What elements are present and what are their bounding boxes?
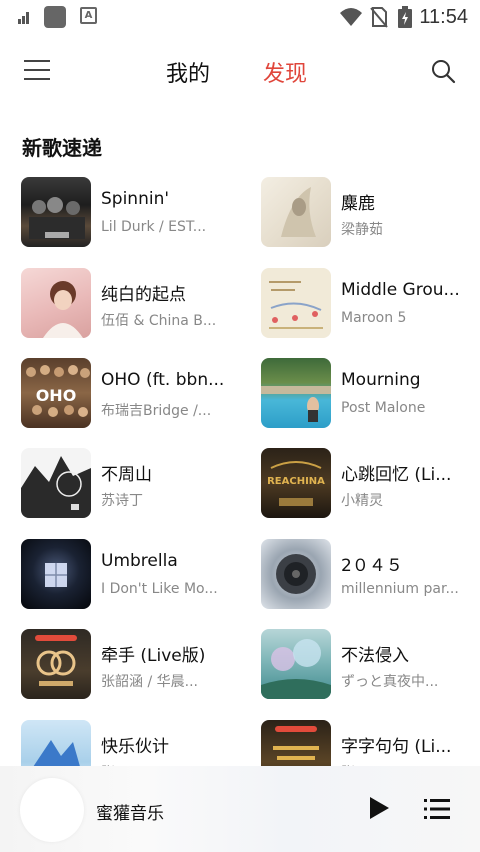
app-notification-icon (44, 6, 66, 28)
search-icon[interactable] (430, 58, 456, 84)
song-item[interactable]: 不周山 苏诗丁 (21, 448, 241, 518)
song-title: 麋鹿 (341, 194, 375, 214)
song-title: 字字句句 (Li... (341, 737, 452, 757)
song-title: 纯白的起点 (101, 285, 186, 305)
cover-text: OHO (36, 386, 77, 405)
song-item[interactable]: 不法侵入 ずっと真夜中... (261, 629, 480, 699)
song-item[interactable]: OHO OHO (ft. bbn... 布瑞吉Bridge /... (21, 358, 241, 428)
top-nav: 我的 发现 (0, 44, 480, 96)
now-playing-title[interactable]: 蜜獾音乐 (96, 799, 164, 824)
clock: 11:54 (419, 6, 468, 28)
album-cover: OHO (21, 358, 91, 428)
song-artist: Post Malone (341, 400, 426, 416)
hamburger-menu-icon[interactable] (24, 60, 50, 82)
tab-mine[interactable]: 我的 (166, 56, 210, 88)
song-artist: millennium par... (341, 581, 459, 597)
album-cover (261, 268, 331, 338)
song-item[interactable]: 牵手 (Live版) 张韶涵 / 华晨... (21, 629, 241, 699)
section-title: 新歌速递 (22, 136, 102, 160)
song-artist: 小精灵 (341, 493, 383, 509)
album-cover (21, 629, 91, 699)
song-title: OHO (ft. bbn... (101, 370, 225, 390)
wifi-icon (340, 8, 362, 26)
song-item[interactable]: 麋鹿 梁静茹 (261, 177, 480, 247)
playlist-icon[interactable] (424, 798, 450, 820)
now-playing-cover[interactable] (20, 778, 84, 842)
a-notification-letter: A (84, 10, 93, 21)
song-title: Umbrella (101, 551, 178, 571)
status-bar: A 11:54 (0, 0, 480, 34)
song-artist: ずっと真夜中... (341, 674, 439, 690)
song-item[interactable]: Mourning Post Malone (261, 358, 480, 428)
song-artist: Maroon 5 (341, 310, 407, 326)
song-artist: 梁静茹 (341, 222, 383, 238)
album-cover (261, 539, 331, 609)
song-artist: Lil Durk / EST... (101, 219, 207, 235)
song-title: 心跳回忆 (Li... (341, 465, 452, 485)
song-artist: 布瑞吉Bridge /... (101, 403, 212, 419)
signal-bars-icon (18, 12, 32, 24)
album-cover (261, 177, 331, 247)
song-title: 不法侵入 (341, 646, 409, 666)
song-item[interactable]: 纯白的起点 伍佰 & China B... (21, 268, 241, 338)
song-artist: 伍佰 & China B... (101, 313, 217, 329)
tab-discover[interactable]: 发现 (263, 56, 307, 88)
mini-player: 蜜獾音乐 (0, 766, 480, 852)
no-sim-icon (370, 7, 388, 28)
song-title: Spinnin' (101, 189, 170, 209)
album-cover (21, 268, 91, 338)
song-title: Middle Grou... (341, 280, 460, 300)
song-item[interactable]: Umbrella I Don't Like Mo... (21, 539, 241, 609)
song-item[interactable]: Spinnin' Lil Durk / EST... (21, 177, 241, 247)
song-item[interactable]: REACHINA 心跳回忆 (Li... 小精灵 (261, 448, 480, 518)
album-cover (261, 358, 331, 428)
cover-text: REACHINA (267, 476, 325, 487)
album-cover (261, 629, 331, 699)
album-cover (21, 539, 91, 609)
a-notification-icon: A (80, 7, 97, 24)
song-title: 快乐伙计 (101, 737, 169, 757)
song-item[interactable]: Middle Grou... Maroon 5 (261, 268, 480, 338)
song-item[interactable]: 2０４５ millennium par... (261, 539, 480, 609)
song-title: 不周山 (101, 465, 152, 485)
song-artist: I Don't Like Mo... (101, 581, 218, 597)
song-artist: 苏诗丁 (101, 493, 143, 509)
album-cover (21, 177, 91, 247)
album-cover: REACHINA (261, 448, 331, 518)
play-icon[interactable] (368, 796, 390, 820)
song-artist: 张韶涵 / 华晨... (101, 674, 198, 690)
song-title: 2０４５ (341, 556, 403, 576)
song-title: 牵手 (Live版) (101, 646, 206, 666)
song-title: Mourning (341, 370, 421, 390)
battery-icon (398, 6, 412, 28)
album-cover (21, 448, 91, 518)
